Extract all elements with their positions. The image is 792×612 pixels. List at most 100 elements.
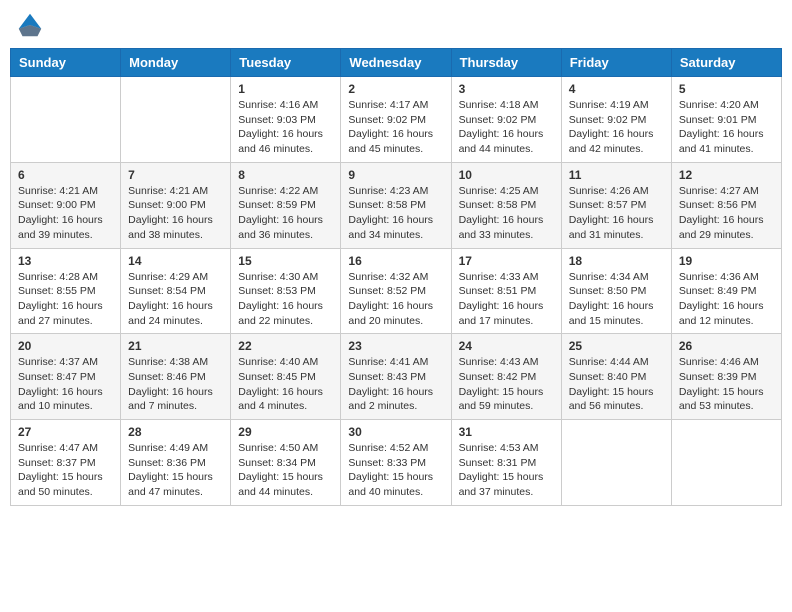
day-number: 24 (459, 339, 554, 353)
day-info: Sunrise: 4:30 AM Sunset: 8:53 PM Dayligh… (238, 270, 333, 329)
day-number: 5 (679, 82, 774, 96)
calendar-cell: 3 Sunrise: 4:18 AM Sunset: 9:02 PM Daylig… (451, 77, 561, 163)
day-info: Sunrise: 4:17 AM Sunset: 9:02 PM Dayligh… (348, 98, 443, 157)
day-info: Sunrise: 4:23 AM Sunset: 8:58 PM Dayligh… (348, 184, 443, 243)
calendar-week-row: 13 Sunrise: 4:28 AM Sunset: 8:55 PM Dayli… (11, 248, 782, 334)
calendar-cell: 30 Sunrise: 4:52 AM Sunset: 8:33 PM Dayli… (341, 420, 451, 506)
day-number: 16 (348, 254, 443, 268)
day-number: 21 (128, 339, 223, 353)
calendar-cell (561, 420, 671, 506)
day-number: 26 (679, 339, 774, 353)
calendar-cell: 13 Sunrise: 4:28 AM Sunset: 8:55 PM Dayli… (11, 248, 121, 334)
day-number: 28 (128, 425, 223, 439)
day-info: Sunrise: 4:32 AM Sunset: 8:52 PM Dayligh… (348, 270, 443, 329)
weekday-header: Thursday (451, 49, 561, 77)
day-info: Sunrise: 4:49 AM Sunset: 8:36 PM Dayligh… (128, 441, 223, 500)
calendar-cell: 27 Sunrise: 4:47 AM Sunset: 8:37 PM Dayli… (11, 420, 121, 506)
calendar-cell: 26 Sunrise: 4:46 AM Sunset: 8:39 PM Dayli… (671, 334, 781, 420)
calendar-cell: 7 Sunrise: 4:21 AM Sunset: 9:00 PM Daylig… (121, 162, 231, 248)
calendar-cell: 8 Sunrise: 4:22 AM Sunset: 8:59 PM Daylig… (231, 162, 341, 248)
calendar-cell: 23 Sunrise: 4:41 AM Sunset: 8:43 PM Dayli… (341, 334, 451, 420)
day-number: 1 (238, 82, 333, 96)
calendar-cell: 22 Sunrise: 4:40 AM Sunset: 8:45 PM Dayli… (231, 334, 341, 420)
calendar-header: SundayMondayTuesdayWednesdayThursdayFrid… (11, 49, 782, 77)
calendar-cell: 16 Sunrise: 4:32 AM Sunset: 8:52 PM Dayli… (341, 248, 451, 334)
day-info: Sunrise: 4:21 AM Sunset: 9:00 PM Dayligh… (18, 184, 113, 243)
day-number: 11 (569, 168, 664, 182)
day-number: 7 (128, 168, 223, 182)
calendar-cell: 14Sunrise: 4:29 AM Sunset: 8:54 PM Dayli… (121, 248, 231, 334)
day-number: 6 (18, 168, 113, 182)
calendar-cell (11, 77, 121, 163)
calendar-cell: 9Sunrise: 4:23 AM Sunset: 8:58 PM Daylig… (341, 162, 451, 248)
day-info: Sunrise: 4:41 AM Sunset: 8:43 PM Dayligh… (348, 355, 443, 414)
calendar-cell: 24 Sunrise: 4:43 AM Sunset: 8:42 PM Dayli… (451, 334, 561, 420)
calendar-cell: 28 Sunrise: 4:49 AM Sunset: 8:36 PM Dayli… (121, 420, 231, 506)
day-info: Sunrise: 4:25 AM Sunset: 8:58 PM Dayligh… (459, 184, 554, 243)
calendar-cell: 12 Sunrise: 4:27 AM Sunset: 8:56 PM Dayli… (671, 162, 781, 248)
calendar-cell: 25Sunrise: 4:44 AM Sunset: 8:40 PM Dayli… (561, 334, 671, 420)
calendar-cell: 10 Sunrise: 4:25 AM Sunset: 8:58 PM Dayli… (451, 162, 561, 248)
day-info: Sunrise: 4:40 AM Sunset: 8:45 PM Dayligh… (238, 355, 333, 414)
day-number: 4 (569, 82, 664, 96)
weekday-header: Tuesday (231, 49, 341, 77)
day-info: Sunrise: 4:26 AM Sunset: 8:57 PM Dayligh… (569, 184, 664, 243)
day-number: 8 (238, 168, 333, 182)
day-info: Sunrise: 4:46 AM Sunset: 8:39 PM Dayligh… (679, 355, 774, 414)
day-number: 22 (238, 339, 333, 353)
day-number: 23 (348, 339, 443, 353)
day-info: Sunrise: 4:44 AM Sunset: 8:40 PM Dayligh… (569, 355, 664, 414)
page-header (10, 10, 782, 40)
calendar-cell: 15 Sunrise: 4:30 AM Sunset: 8:53 PM Dayli… (231, 248, 341, 334)
day-info: Sunrise: 4:33 AM Sunset: 8:51 PM Dayligh… (459, 270, 554, 329)
calendar-cell: 20Sunrise: 4:37 AM Sunset: 8:47 PM Dayli… (11, 334, 121, 420)
logo (15, 10, 49, 40)
day-info: Sunrise: 4:18 AM Sunset: 9:02 PM Dayligh… (459, 98, 554, 157)
calendar-body: 1Sunrise: 4:16 AM Sunset: 9:03 PM Daylig… (11, 77, 782, 506)
calendar-cell: 19 Sunrise: 4:36 AM Sunset: 8:49 PM Dayli… (671, 248, 781, 334)
day-info: Sunrise: 4:47 AM Sunset: 8:37 PM Dayligh… (18, 441, 113, 500)
calendar-cell: 5Sunrise: 4:20 AM Sunset: 9:01 PM Daylig… (671, 77, 781, 163)
day-number: 30 (348, 425, 443, 439)
calendar-cell: 29 Sunrise: 4:50 AM Sunset: 8:34 PM Dayli… (231, 420, 341, 506)
calendar-week-row: 6 Sunrise: 4:21 AM Sunset: 9:00 PM Daylig… (11, 162, 782, 248)
day-number: 27 (18, 425, 113, 439)
day-info: Sunrise: 4:43 AM Sunset: 8:42 PM Dayligh… (459, 355, 554, 414)
day-info: Sunrise: 4:29 AM Sunset: 8:54 PM Dayligh… (128, 270, 223, 329)
day-number: 3 (459, 82, 554, 96)
day-info: Sunrise: 4:28 AM Sunset: 8:55 PM Dayligh… (18, 270, 113, 329)
day-number: 13 (18, 254, 113, 268)
day-info: Sunrise: 4:53 AM Sunset: 8:31 PM Dayligh… (459, 441, 554, 500)
day-info: Sunrise: 4:21 AM Sunset: 9:00 PM Dayligh… (128, 184, 223, 243)
calendar-table: SundayMondayTuesdayWednesdayThursdayFrid… (10, 48, 782, 506)
calendar-cell (121, 77, 231, 163)
weekday-header: Monday (121, 49, 231, 77)
day-info: Sunrise: 4:34 AM Sunset: 8:50 PM Dayligh… (569, 270, 664, 329)
calendar-cell: 21Sunrise: 4:38 AM Sunset: 8:46 PM Dayli… (121, 334, 231, 420)
weekday-header: Wednesday (341, 49, 451, 77)
calendar-week-row: 27 Sunrise: 4:47 AM Sunset: 8:37 PM Dayli… (11, 420, 782, 506)
calendar-cell (671, 420, 781, 506)
day-info: Sunrise: 4:27 AM Sunset: 8:56 PM Dayligh… (679, 184, 774, 243)
day-info: Sunrise: 4:22 AM Sunset: 8:59 PM Dayligh… (238, 184, 333, 243)
day-number: 2 (348, 82, 443, 96)
day-number: 29 (238, 425, 333, 439)
calendar-cell: 31Sunrise: 4:53 AM Sunset: 8:31 PM Dayli… (451, 420, 561, 506)
calendar-cell: 1Sunrise: 4:16 AM Sunset: 9:03 PM Daylig… (231, 77, 341, 163)
calendar-cell: 17 Sunrise: 4:33 AM Sunset: 8:51 PM Dayli… (451, 248, 561, 334)
calendar-week-row: 1Sunrise: 4:16 AM Sunset: 9:03 PM Daylig… (11, 77, 782, 163)
logo-icon (15, 10, 45, 40)
weekday-header: Friday (561, 49, 671, 77)
day-number: 15 (238, 254, 333, 268)
day-number: 10 (459, 168, 554, 182)
day-number: 19 (679, 254, 774, 268)
day-number: 18 (569, 254, 664, 268)
day-info: Sunrise: 4:52 AM Sunset: 8:33 PM Dayligh… (348, 441, 443, 500)
day-info: Sunrise: 4:36 AM Sunset: 8:49 PM Dayligh… (679, 270, 774, 329)
day-number: 12 (679, 168, 774, 182)
day-info: Sunrise: 4:50 AM Sunset: 8:34 PM Dayligh… (238, 441, 333, 500)
calendar-cell: 6 Sunrise: 4:21 AM Sunset: 9:00 PM Daylig… (11, 162, 121, 248)
day-number: 17 (459, 254, 554, 268)
weekday-header: Sunday (11, 49, 121, 77)
weekday-header-row: SundayMondayTuesdayWednesdayThursdayFrid… (11, 49, 782, 77)
